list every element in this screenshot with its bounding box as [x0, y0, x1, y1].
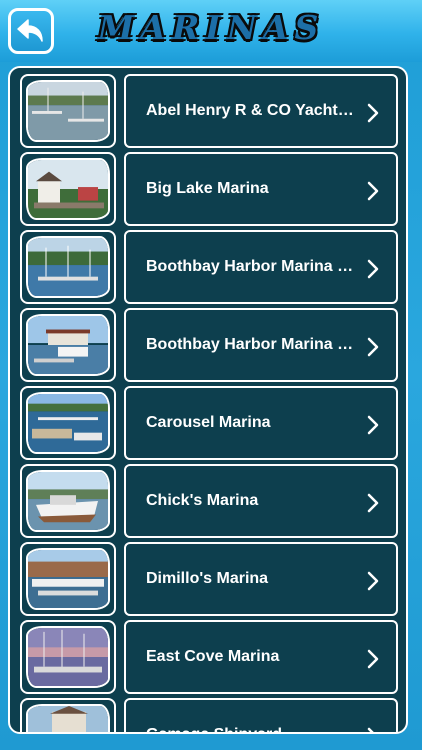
- list-item-label: Chick's Marina: [146, 492, 259, 509]
- thumbnail-frame: [20, 152, 116, 226]
- marina-photo: [26, 704, 110, 732]
- list-item-button[interactable]: East Cove Marina: [124, 620, 398, 694]
- list-item-label: Big Lake Marina: [146, 180, 269, 197]
- list-item-button[interactable]: Gamage Shipyard: [124, 698, 398, 732]
- list-item[interactable]: Gamage Shipyard: [20, 698, 398, 732]
- marina-photo: [26, 470, 110, 532]
- list-item-label: Abel Henry R & CO Yacht…: [146, 102, 354, 119]
- list-item-label: Gamage Shipyard: [146, 726, 358, 732]
- marina-photo: [26, 80, 110, 142]
- marina-photo: [26, 236, 110, 298]
- list-item-label: East Cove Marina: [146, 648, 280, 665]
- thumbnail-frame: [20, 386, 116, 460]
- list-item[interactable]: Abel Henry R & CO Yacht…: [20, 74, 398, 148]
- list-item-label: Dimillo's Marina: [146, 570, 269, 587]
- list-item[interactable]: Boothbay Harbor Marina -…: [20, 230, 398, 304]
- thumbnail-frame: [20, 74, 116, 148]
- list-item-button[interactable]: Big Lake Marina: [124, 152, 398, 226]
- marina-list[interactable]: Abel Henry R & CO Yacht… Big Lake Marina: [8, 66, 408, 734]
- list-item-button[interactable]: Chick's Marina: [124, 464, 398, 538]
- list-item-button[interactable]: Abel Henry R & CO Yacht…: [124, 74, 398, 148]
- chevron-right-icon: [367, 259, 379, 279]
- list-item-button[interactable]: Carousel Marina: [124, 386, 398, 460]
- list-item-label: Boothbay Harbor Marina -…: [146, 336, 358, 353]
- list-item-button[interactable]: Boothbay Harbor Marina -…: [124, 230, 398, 304]
- chevron-right-icon: [367, 649, 379, 669]
- chevron-right-icon: [367, 181, 379, 201]
- thumbnail-frame: [20, 620, 116, 694]
- chevron-right-icon: [367, 727, 374, 732]
- marina-photo: [26, 158, 110, 220]
- marina-photo: [26, 548, 110, 610]
- list-item[interactable]: East Cove Marina: [20, 620, 398, 694]
- list-item-button[interactable]: Dimillo's Marina: [124, 542, 398, 616]
- chevron-right-icon: [367, 337, 379, 357]
- list-item-button[interactable]: Boothbay Harbor Marina -…: [124, 308, 398, 382]
- thumbnail-frame: [20, 464, 116, 538]
- thumbnail-frame: [20, 230, 116, 304]
- chevron-right-icon: [367, 493, 379, 513]
- thumbnail-frame: [20, 698, 116, 732]
- list-item-label: Boothbay Harbor Marina -…: [146, 258, 358, 275]
- list-item[interactable]: Carousel Marina: [20, 386, 398, 460]
- thumbnail-frame: [20, 542, 116, 616]
- marina-photo: [26, 392, 110, 454]
- list-item[interactable]: Boothbay Harbor Marina -…: [20, 308, 398, 382]
- list-item[interactable]: Big Lake Marina: [20, 152, 398, 226]
- list-item[interactable]: Dimillo's Marina: [20, 542, 398, 616]
- header-bar: MARINAS: [0, 0, 422, 62]
- chevron-right-icon: [367, 103, 379, 123]
- chevron-right-icon: [367, 571, 379, 591]
- thumbnail-frame: [20, 308, 116, 382]
- marina-photo: [26, 314, 110, 376]
- list-item-label: Carousel Marina: [146, 414, 271, 431]
- list-item[interactable]: Chick's Marina: [20, 464, 398, 538]
- marina-photo: [26, 626, 110, 688]
- chevron-right-icon: [367, 415, 379, 435]
- page-title: MARINAS: [97, 8, 325, 47]
